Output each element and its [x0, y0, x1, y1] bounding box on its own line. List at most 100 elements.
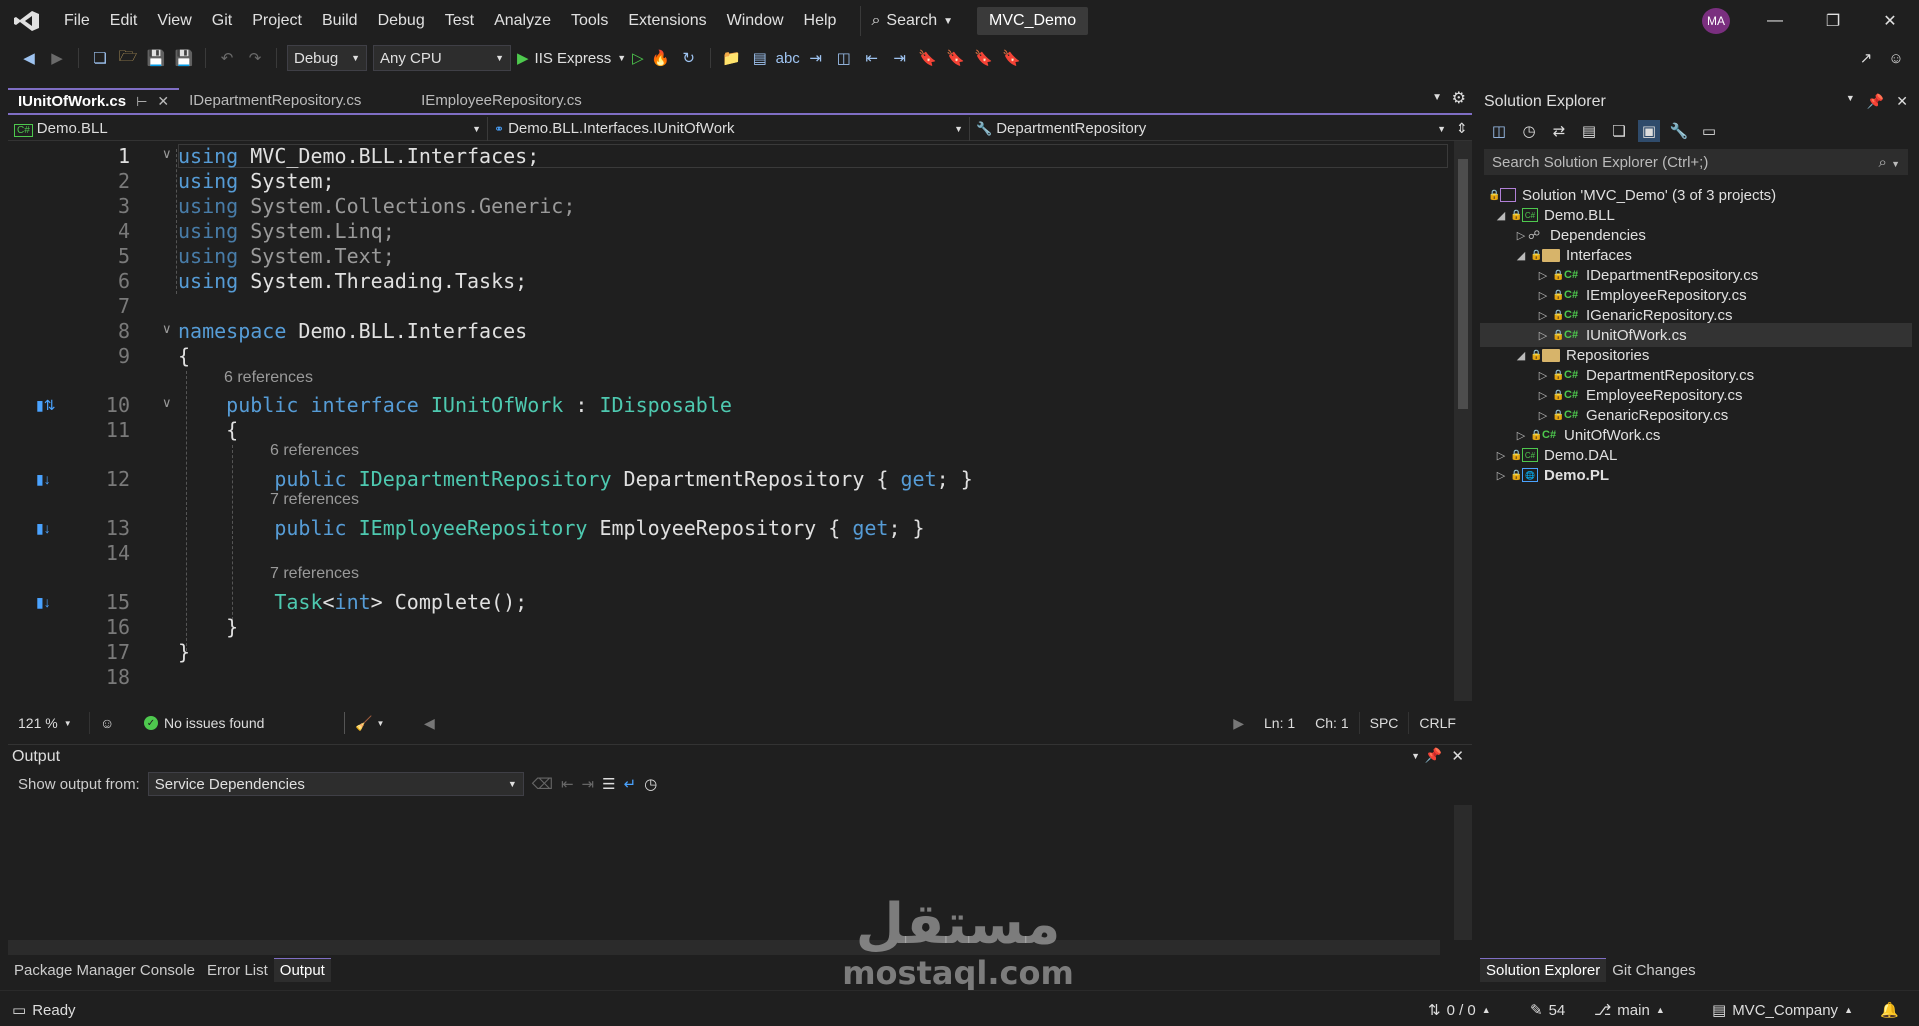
sync-icon[interactable]: ⇄: [1548, 120, 1570, 142]
menu-help[interactable]: Help: [794, 0, 847, 42]
run-target-label[interactable]: IIS Express: [535, 50, 612, 67]
menu-edit[interactable]: Edit: [100, 0, 148, 42]
tab-output[interactable]: Output: [273, 958, 331, 982]
menu-window[interactable]: Window: [717, 0, 794, 42]
collapsed-icon[interactable]: ▷: [1536, 309, 1550, 322]
line-ending-indicator[interactable]: CRLF: [1408, 712, 1466, 734]
project-dropdown[interactable]: C# Demo.BLL ▼: [8, 116, 488, 141]
menu-project[interactable]: Project: [242, 0, 312, 42]
pin-icon[interactable]: 📌: [1425, 747, 1442, 764]
filter-icon[interactable]: ▣: [1638, 120, 1660, 142]
tree-project-pl[interactable]: ▷ 🔒 🌐 Demo.PL: [1480, 463, 1912, 487]
menu-view[interactable]: View: [147, 0, 201, 42]
hot-reload-icon[interactable]: 🔥: [650, 47, 672, 69]
collapsed-icon[interactable]: ▷: [1536, 289, 1550, 302]
repository-selector[interactable]: ▤ MVC_Company ▲: [1712, 1001, 1853, 1020]
clock-icon[interactable]: ◷: [644, 775, 657, 793]
implemented-by-icon[interactable]: ▮↓: [36, 471, 58, 489]
codelens-references[interactable]: 7 references: [270, 565, 359, 583]
pin-icon[interactable]: ⊢: [136, 94, 147, 110]
prev-bookmark-icon[interactable]: 🔖: [945, 47, 967, 69]
member-dropdown[interactable]: 🔧 DepartmentRepository ▼: [970, 117, 1452, 141]
collapsed-icon[interactable]: ▷: [1536, 389, 1550, 402]
close-icon[interactable]: ✕: [1896, 93, 1908, 110]
sync-indicator[interactable]: ⇅ 0 / 0 ▲: [1428, 1001, 1491, 1020]
preview-icon[interactable]: ▭: [1698, 120, 1720, 142]
start-without-debugging-icon[interactable]: ▷: [632, 49, 644, 67]
issues-indicator[interactable]: ✓ No issues found: [134, 712, 344, 734]
expanded-icon[interactable]: ◢: [1514, 249, 1528, 262]
refresh-icon[interactable]: ↻: [678, 47, 700, 69]
diff-icon[interactable]: ◫: [833, 47, 855, 69]
next-bookmark-icon[interactable]: 🔖: [973, 47, 995, 69]
global-search-button[interactable]: ⌕ Search ▼: [860, 6, 963, 36]
tab-iemployeerepository[interactable]: IEmployeeRepository.cs: [411, 88, 592, 113]
history-icon[interactable]: ◷: [1518, 120, 1540, 142]
switch-views-icon[interactable]: ◫: [1488, 120, 1510, 142]
spellcheck-icon[interactable]: abc: [776, 47, 800, 69]
menu-git[interactable]: Git: [202, 0, 242, 42]
visual-studio-logo-icon[interactable]: [0, 0, 54, 42]
pin-icon[interactable]: 📌: [1867, 93, 1884, 110]
editor-vertical-scrollbar[interactable]: [1454, 141, 1472, 701]
copilot-icon[interactable]: ☺: [90, 712, 134, 734]
menu-test[interactable]: Test: [435, 0, 484, 42]
close-window-button[interactable]: ✕: [1861, 0, 1919, 42]
implemented-by-icon[interactable]: ▮⇅: [36, 397, 58, 415]
tab-list-dropdown-icon[interactable]: ▼: [1432, 92, 1442, 103]
platform-select[interactable]: Any CPU ▼: [373, 45, 511, 71]
find-message-icon[interactable]: ⌫: [532, 775, 553, 793]
collapsed-icon[interactable]: ▷: [1514, 229, 1528, 242]
minimize-button[interactable]: —: [1746, 0, 1804, 42]
chevron-down-icon[interactable]: ▼: [617, 53, 626, 63]
collapse-icon[interactable]: ∨: [162, 395, 172, 411]
tab-error-list[interactable]: Error List: [201, 958, 274, 982]
prev-message-icon[interactable]: ⇤: [561, 775, 574, 793]
code-cleanup-icon[interactable]: 🧹 ▼: [344, 712, 414, 734]
type-dropdown[interactable]: ⚭ Demo.BLL.Interfaces.IUnitOfWork ▼: [488, 116, 970, 141]
close-icon[interactable]: ✕: [157, 93, 169, 110]
configuration-select[interactable]: Debug ▼: [287, 45, 367, 71]
editor-horizontal-scrollbar[interactable]: ◀ ▶: [414, 712, 1254, 734]
bookmark-icon[interactable]: 🔖: [917, 47, 939, 69]
step-icon[interactable]: ⇥: [805, 47, 827, 69]
code-editor[interactable]: 1 ∨ 2 3 4 5 6 7 8 ∨ 9 ▮⇅ 10 ∨ 11 ▮↓ 12 ▮↓ 13 1…: [8, 141, 1472, 701]
properties-icon[interactable]: 🔧: [1668, 120, 1690, 142]
tab-solution-explorer[interactable]: Solution Explorer: [1480, 958, 1607, 982]
layout-icon[interactable]: ▤: [749, 47, 771, 69]
clear-all-icon[interactable]: ☰: [602, 775, 615, 793]
codelens-references[interactable]: 6 references: [224, 369, 313, 387]
save-all-icon[interactable]: 💾: [173, 47, 195, 69]
solution-search-input[interactable]: Search Solution Explorer (Ctrl+;) ⌕ ▼: [1484, 149, 1908, 175]
feedback-icon[interactable]: ☺: [1885, 47, 1907, 69]
scrollbar-thumb[interactable]: [1458, 159, 1468, 409]
branch-selector[interactable]: ⎇ main ▲: [1594, 1001, 1665, 1020]
back-icon[interactable]: ◀: [18, 47, 40, 69]
codelens-references[interactable]: 7 references: [270, 491, 359, 509]
close-icon[interactable]: ✕: [1451, 747, 1464, 765]
codelens-references[interactable]: 6 references: [270, 442, 359, 460]
tab-idepartmentrepository[interactable]: IDepartmentRepository.cs: [179, 88, 411, 113]
menu-extensions[interactable]: Extensions: [618, 0, 716, 42]
collapsed-icon[interactable]: ▷: [1514, 429, 1528, 442]
column-indicator[interactable]: Ch: 1: [1305, 712, 1358, 734]
tab-git-changes[interactable]: Git Changes: [1606, 958, 1701, 982]
zoom-select[interactable]: 121 % ▼: [8, 712, 90, 734]
collapsed-icon[interactable]: ▷: [1494, 469, 1508, 482]
collapsed-icon[interactable]: ▷: [1536, 369, 1550, 382]
menu-file[interactable]: File: [54, 0, 100, 42]
redo-icon[interactable]: ↷: [244, 47, 266, 69]
indent-icon[interactable]: ⇥: [889, 47, 911, 69]
menu-build[interactable]: Build: [312, 0, 368, 42]
implemented-by-icon[interactable]: ▮↓: [36, 594, 58, 612]
collapsed-icon[interactable]: ▷: [1494, 449, 1508, 462]
expanded-icon[interactable]: ◢: [1514, 349, 1528, 362]
live-share-icon[interactable]: ↗: [1855, 47, 1877, 69]
browse-folder-icon[interactable]: 📁: [721, 47, 743, 69]
tab-iunitofwork[interactable]: IUnitOfWork.cs ⊢ ✕: [8, 88, 180, 113]
implemented-by-icon[interactable]: ▮↓: [36, 520, 58, 538]
notifications-bell-icon[interactable]: 🔔: [1880, 1001, 1899, 1019]
start-debugging-icon[interactable]: ▶: [517, 49, 529, 67]
expanded-icon[interactable]: ◢: [1494, 209, 1508, 222]
output-text-area[interactable]: [8, 805, 1454, 940]
